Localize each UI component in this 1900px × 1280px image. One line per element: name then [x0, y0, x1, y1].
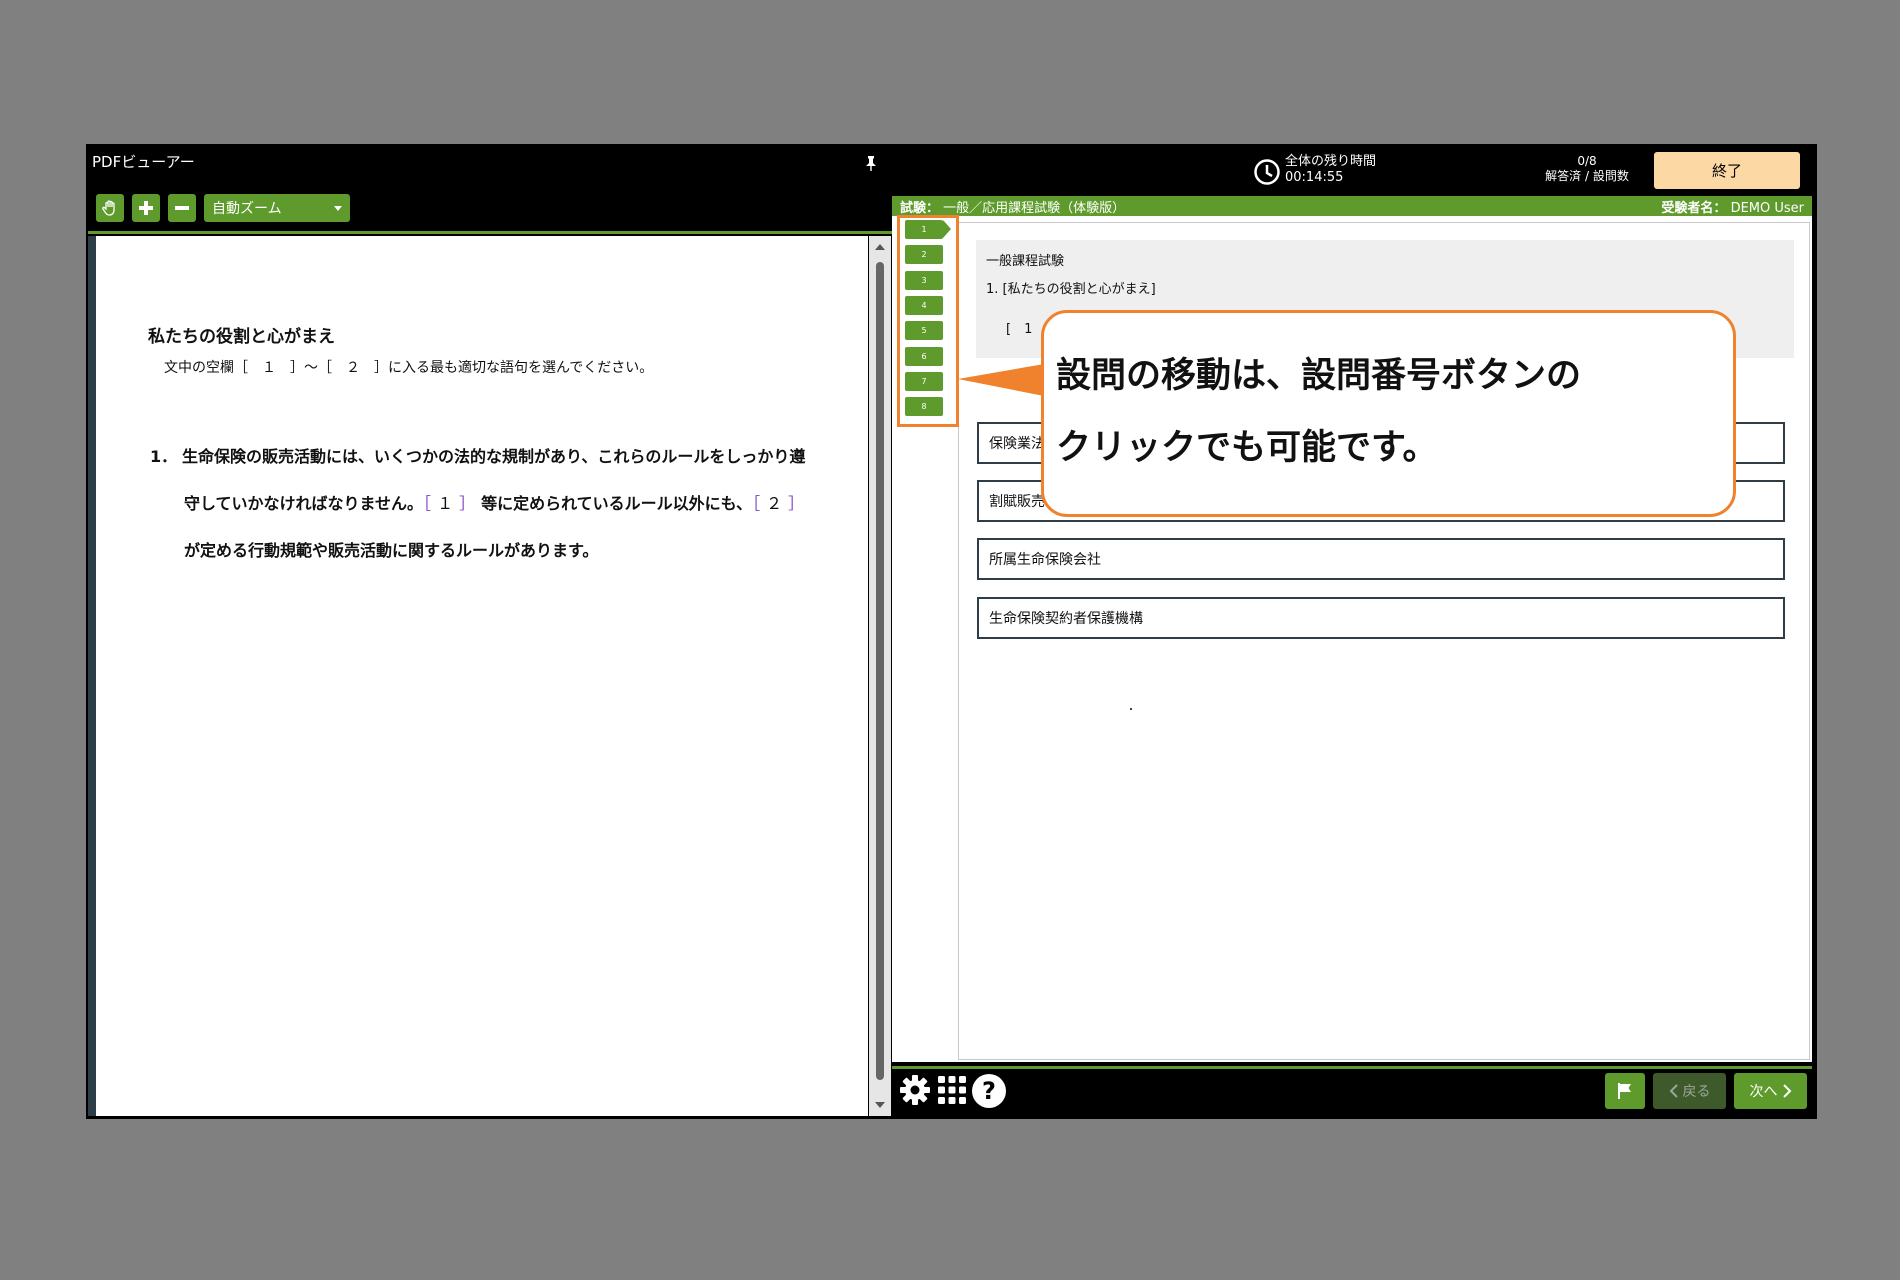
question-number: 1． [150, 447, 178, 466]
blank-close: ］ [459, 494, 482, 513]
zoom-in-button[interactable] [132, 194, 160, 222]
callout-line-2: クリックでも可能です。 [1056, 428, 1438, 468]
clock-icon [1254, 159, 1280, 185]
examinee-name: DEMO User [1730, 200, 1804, 216]
zoom-select-label: 自動ズーム [212, 201, 282, 217]
pin-icon[interactable] [862, 154, 880, 172]
blank-1: ［１］ [423, 494, 481, 513]
blank-open: ［ [423, 494, 438, 513]
plus-icon [139, 201, 153, 215]
hand-tool-button[interactable] [96, 194, 124, 222]
end-exam-button[interactable]: 終了 [1654, 152, 1800, 189]
chevron-down-icon [334, 205, 342, 211]
flag-icon [1618, 1083, 1631, 1099]
scroll-down-icon[interactable] [875, 1102, 885, 1108]
remaining-time: 全体の残り時間 00:14:55 [1285, 154, 1376, 186]
exam-info: 試験： 一般／応用課程試験（体験版） [900, 197, 1125, 216]
choice-4[interactable]: 生命保険契約者保護機構 [977, 597, 1785, 639]
callout-text: 設問の移動は、設問番号ボタンの クリックでも可能です。 [1056, 340, 1581, 484]
chevron-right-icon [1782, 1084, 1791, 1098]
document-question: 1． 生命保険の販売活動には、いくつかの法的な規制があり、これらのルールをしっか… [150, 433, 820, 574]
remaining-time-label: 全体の残り時間 [1285, 154, 1377, 169]
zoom-out-button[interactable] [168, 194, 196, 222]
pdf-toolbar: 自動ズーム [96, 194, 350, 224]
help-icon[interactable]: ? [972, 1074, 1006, 1108]
back-button[interactable]: 戻る [1653, 1073, 1726, 1109]
blank-number: １ [437, 494, 460, 513]
question-title: 1. [私たちの役割と心がまえ] [986, 282, 1156, 297]
examinee-label: 受験者名： [1661, 200, 1727, 216]
callout-pointer [958, 364, 1044, 396]
blank-number: ２ [766, 494, 789, 513]
question-text: が定める行動規範や販売活動に関するルールがあります。 [184, 541, 599, 560]
answer-count: 0/8 解答済 / 設問数 [1540, 154, 1634, 184]
flag-button[interactable] [1605, 1073, 1645, 1109]
blank-2: ［２］ [752, 494, 810, 513]
stray-dot [1130, 708, 1132, 710]
answered-count-value: 0/8 [1577, 154, 1597, 168]
hand-icon [102, 200, 115, 216]
exam-info-bar: 試験： 一般／応用課程試験（体験版） 受験者名： DEMO User [892, 196, 1812, 216]
question-body: 生命保険の販売活動には、いくつかの法的な規制があり、これらのルールをしっかり遵守… [150, 433, 820, 574]
minus-icon [175, 206, 189, 210]
callout-line-1: 設問の移動は、設問番号ボタンの [1056, 356, 1582, 396]
question-text: 等に定められているルール以外にも、 [481, 494, 753, 513]
chevron-left-icon [1669, 1084, 1678, 1098]
choice-3[interactable]: 所属生命保険会社 [977, 538, 1785, 580]
next-button[interactable]: 次へ [1734, 1073, 1807, 1109]
zoom-select[interactable]: 自動ズーム [204, 194, 350, 222]
question-nav-highlight [897, 215, 959, 427]
answered-count-label: 解答済 / 設問数 [1545, 169, 1629, 183]
blank-close: ］ [788, 494, 811, 513]
examinee-info: 受験者名： DEMO User [1661, 197, 1804, 216]
document-instruction: 文中の空欄［ １ ］～［ ２ ］に入る最も適切な語句を選んでください。 [164, 360, 654, 376]
scrollbar-thumb[interactable] [876, 262, 884, 1080]
exam-name: 一般／応用課程試験（体験版） [943, 200, 1126, 216]
back-button-label: 戻る [1682, 1084, 1711, 1100]
next-button-label: 次へ [1749, 1084, 1778, 1100]
grid-icon[interactable] [937, 1075, 967, 1105]
exam-label: 試験： [900, 200, 940, 216]
pdf-toolbar-divider [88, 231, 893, 234]
pdf-scrollbar[interactable] [869, 236, 891, 1116]
document-heading: 私たちの役割と心がまえ [148, 327, 335, 347]
question-section: 一般課程試験 [986, 254, 1065, 269]
pdf-viewer-title: PDFビューアー [92, 153, 195, 171]
remaining-time-value: 00:14:55 [1285, 170, 1344, 185]
question-blank: [ 1 [1006, 322, 1033, 337]
pdf-left-border [88, 236, 96, 1116]
gear-icon[interactable] [898, 1073, 932, 1107]
blank-open: ［ [752, 494, 767, 513]
scroll-up-icon[interactable] [875, 244, 885, 250]
